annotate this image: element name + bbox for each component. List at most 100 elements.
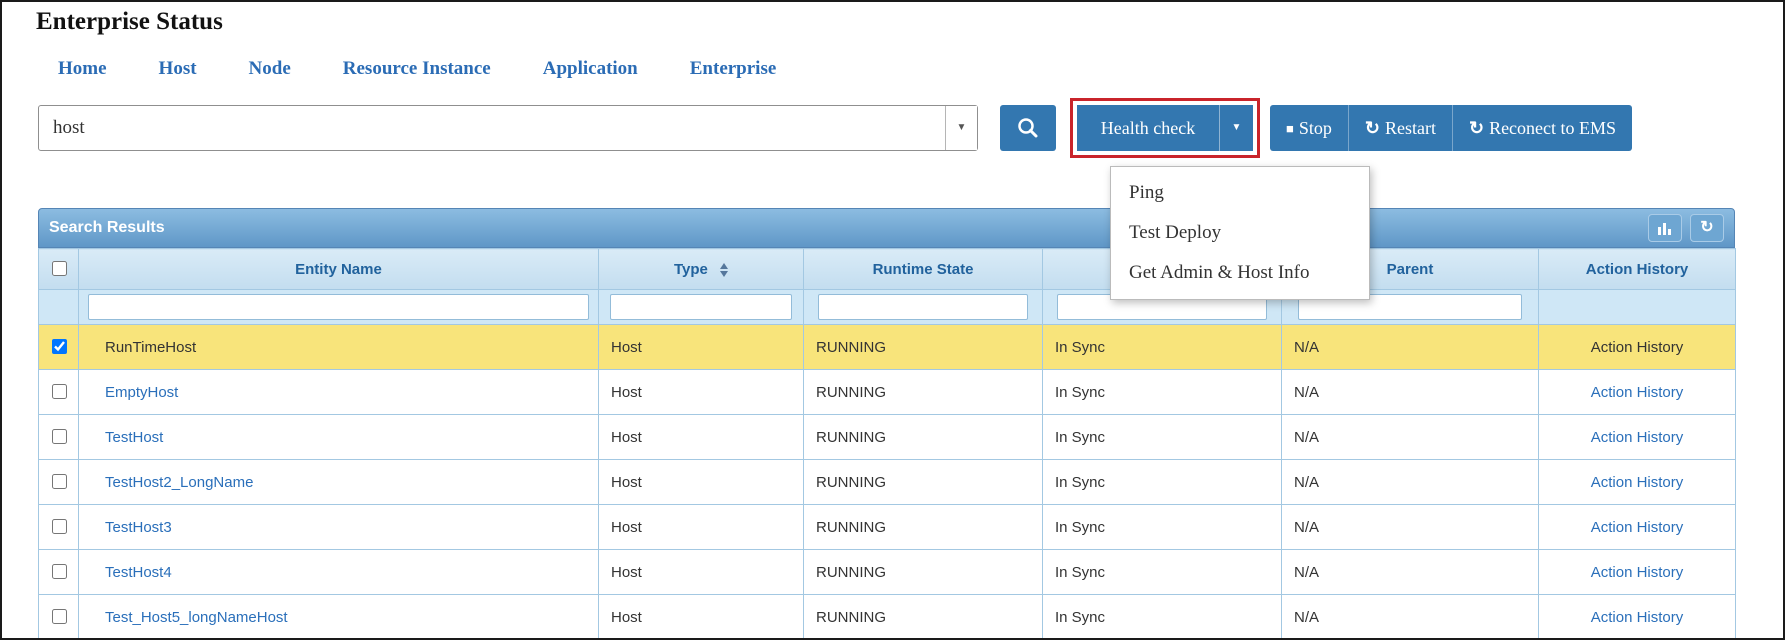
refresh-results-button[interactable]: ↻ <box>1690 214 1724 242</box>
stop-button[interactable]: ■ Stop <box>1270 105 1348 151</box>
parent-cell: N/A <box>1281 414 1539 460</box>
filter-runtime-state-input[interactable] <box>818 294 1028 320</box>
nav-item-home[interactable]: Home <box>58 58 107 80</box>
entity-name-cell: TestHost <box>78 414 599 460</box>
caret-down-icon: ▼ <box>956 122 967 133</box>
column-header-type[interactable]: Type <box>598 248 804 290</box>
entity-name-cell: TestHost4 <box>78 549 599 595</box>
action-history-link[interactable]: Action History <box>1591 339 1684 356</box>
stop-button-label: Stop <box>1298 117 1332 138</box>
search-input[interactable] <box>39 106 945 150</box>
type-cell: Host <box>598 549 804 595</box>
menu-item-get-admin-host-info[interactable]: Get Admin & Host Info <box>1111 253 1369 293</box>
column-header-runtime-state[interactable]: Runtime State <box>803 248 1043 290</box>
nav-item-host[interactable]: Host <box>159 58 197 80</box>
menu-item-test-deploy[interactable]: Test Deploy <box>1111 213 1369 253</box>
reconnect-to-ems-button[interactable]: ↻ Reconect to EMS <box>1451 105 1633 151</box>
action-history-link[interactable]: Action History <box>1591 564 1684 581</box>
entity-name-link[interactable]: TestHost4 <box>105 564 172 581</box>
entity-name-link[interactable]: RunTimeHost <box>105 339 196 356</box>
entity-name-cell: TestHost2_LongName <box>78 459 599 505</box>
entity-name-link[interactable]: Test_Host5_longNameHost <box>105 609 288 626</box>
toggle-columns-button[interactable] <box>1648 214 1682 242</box>
sync-state-cell: In Sync <box>1042 414 1282 460</box>
row-select-checkbox[interactable] <box>51 384 67 399</box>
row-select-checkbox[interactable] <box>51 519 67 534</box>
refresh-icon: ↻ <box>1468 118 1485 138</box>
runtime-state-cell: RUNNING <box>803 549 1043 595</box>
nav-item-application[interactable]: Application <box>543 58 638 80</box>
row-select-checkbox[interactable] <box>51 429 67 444</box>
action-history-cell: Action History <box>1538 504 1736 550</box>
table-row[interactable]: Test_Host5_longNameHost Host RUNNING In Syn… <box>38 594 1736 638</box>
menu-item-ping[interactable]: Ping <box>1111 173 1369 213</box>
sync-state-cell: In Sync <box>1042 549 1282 595</box>
nav-item-resource-instance[interactable]: Resource Instance <box>343 58 491 80</box>
table-row[interactable]: TestHost4 Host RUNNING In Sync N/A Action His… <box>38 549 1736 595</box>
health-check-dropdown-menu: Ping Test Deploy Get Admin & Host Info <box>1110 166 1370 300</box>
action-history-cell: Action History <box>1538 459 1736 505</box>
row-select-checkbox[interactable] <box>51 474 67 489</box>
type-cell: Host <box>598 324 804 370</box>
type-cell: Host <box>598 504 804 550</box>
table-row[interactable]: EmptyHost Host RUNNING In Sync N/A Action His… <box>38 369 1736 415</box>
action-history-link[interactable]: Action History <box>1591 609 1684 626</box>
action-history-cell: Action History <box>1538 414 1736 460</box>
action-history-cell: Action History <box>1538 594 1736 638</box>
parent-cell: N/A <box>1281 459 1539 505</box>
table-header-row: Entity Name Type Runtime State Sync Stat… <box>38 248 1736 290</box>
restart-button[interactable]: ↻ Restart <box>1347 105 1452 151</box>
row-select-checkbox[interactable] <box>51 339 67 354</box>
filter-select-cell <box>38 289 79 325</box>
parent-cell: N/A <box>1281 504 1539 550</box>
sync-state-cell: In Sync <box>1042 369 1282 415</box>
parent-cell: N/A <box>1281 324 1539 370</box>
row-select-cell <box>38 324 79 370</box>
entity-name-cell: Test_Host5_longNameHost <box>78 594 599 638</box>
column-header-entity-name[interactable]: Entity Name <box>78 248 599 290</box>
action-history-cell: Action History <box>1538 324 1736 370</box>
parent-cell: N/A <box>1281 369 1539 415</box>
table-row[interactable]: TestHost3 Host RUNNING In Sync N/A Action His… <box>38 504 1736 550</box>
search-dropdown-caret-button[interactable]: ▼ <box>945 106 977 150</box>
filter-type-input[interactable] <box>610 294 792 320</box>
runtime-state-cell: RUNNING <box>803 459 1043 505</box>
nav-item-node[interactable]: Node <box>249 58 291 80</box>
row-select-checkbox[interactable] <box>51 564 67 579</box>
table-row[interactable]: TestHost Host RUNNING In Sync N/A Action Hist… <box>38 414 1736 460</box>
row-select-cell <box>38 459 79 505</box>
search-combo: ▼ <box>38 105 978 151</box>
parent-cell: N/A <box>1281 594 1539 638</box>
entity-name-link[interactable]: TestHost2_LongName <box>105 474 253 491</box>
entity-name-link[interactable]: TestHost3 <box>105 519 172 536</box>
type-cell: Host <box>598 459 804 505</box>
runtime-state-cell: RUNNING <box>803 369 1043 415</box>
entity-name-link[interactable]: EmptyHost <box>105 384 178 401</box>
sort-icon[interactable] <box>720 262 729 277</box>
select-all-checkbox[interactable] <box>51 261 67 276</box>
row-select-cell <box>38 504 79 550</box>
health-check-button[interactable]: Health check <box>1077 105 1219 151</box>
filter-action-history-cell <box>1538 289 1736 325</box>
search-button[interactable] <box>1000 105 1056 151</box>
filter-entity-name-input[interactable] <box>87 294 590 320</box>
action-history-link[interactable]: Action History <box>1591 474 1684 491</box>
action-history-link[interactable]: Action History <box>1591 519 1684 536</box>
table-row[interactable]: RunTimeHost Host RUNNING In Sync N/A Action H… <box>38 324 1736 370</box>
restart-button-label: Restart <box>1384 117 1436 138</box>
sync-state-cell: In Sync <box>1042 594 1282 638</box>
action-history-link[interactable]: Action History <box>1591 384 1684 401</box>
search-results-panel: Search Results ↻ Entity Name Type Runtim… <box>38 208 1736 638</box>
nav-item-enterprise[interactable]: Enterprise <box>690 58 777 80</box>
row-select-checkbox[interactable] <box>51 609 67 624</box>
row-select-cell <box>38 414 79 460</box>
entity-name-link[interactable]: TestHost <box>105 429 163 446</box>
sync-state-cell: In Sync <box>1042 504 1282 550</box>
enterprise-status-page: Enterprise Status Home Host Node Resourc… <box>0 0 1785 640</box>
entity-name-cell: EmptyHost <box>78 369 599 415</box>
search-icon <box>1018 118 1038 138</box>
table-row[interactable]: TestHost2_LongName Host RUNNING In Sync N/A A… <box>38 459 1736 505</box>
health-check-caret-button[interactable]: ▼ <box>1219 105 1253 151</box>
action-history-link[interactable]: Action History <box>1591 429 1684 446</box>
results-table-body: RunTimeHost Host RUNNING In Sync N/A Action H… <box>38 324 1736 638</box>
